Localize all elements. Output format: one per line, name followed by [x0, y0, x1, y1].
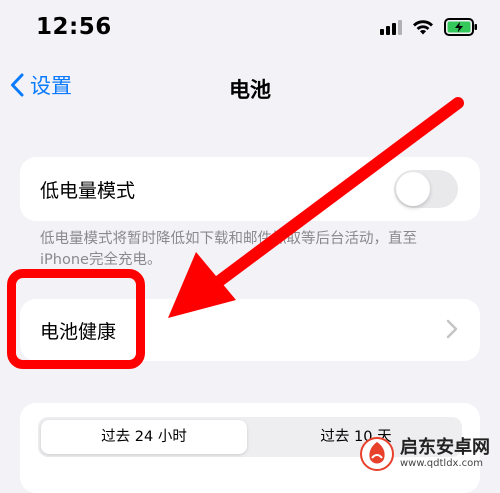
toggle-knob [396, 172, 430, 206]
segment-last-10-days[interactable]: 过去 10 天 [253, 420, 459, 454]
cellular-signal-icon [380, 19, 402, 35]
battery-health-row[interactable]: 电池健康 [20, 299, 480, 361]
time-range-segmented-control: 过去 24 小时 过去 10 天 [38, 417, 462, 457]
low-power-mode-row: 低电量模式 [20, 157, 480, 221]
low-power-mode-footnote: 低电量模式将暂时降低如下载和邮件抓取等后台活动，直至iPhone完全充电。 [40, 231, 417, 268]
battery-health-label: 电池健康 [40, 321, 117, 343]
battery-charging-icon [444, 18, 477, 36]
low-power-mode-toggle[interactable] [394, 170, 458, 208]
wifi-icon [413, 19, 433, 34]
segment-last-24-hours[interactable]: 过去 24 小时 [41, 420, 247, 454]
low-power-mode-label: 低电量模式 [40, 180, 136, 202]
chevron-right-icon [446, 319, 458, 339]
navigation-bar: 设置 电池 [0, 66, 500, 110]
status-time: 12:56 [36, 14, 112, 40]
status-bar: 12:56 [0, 0, 500, 60]
usage-range-card: 过去 24 小时 过去 10 天 [20, 403, 480, 493]
page-title: 电池 [229, 78, 271, 102]
status-icons [380, 18, 478, 36]
